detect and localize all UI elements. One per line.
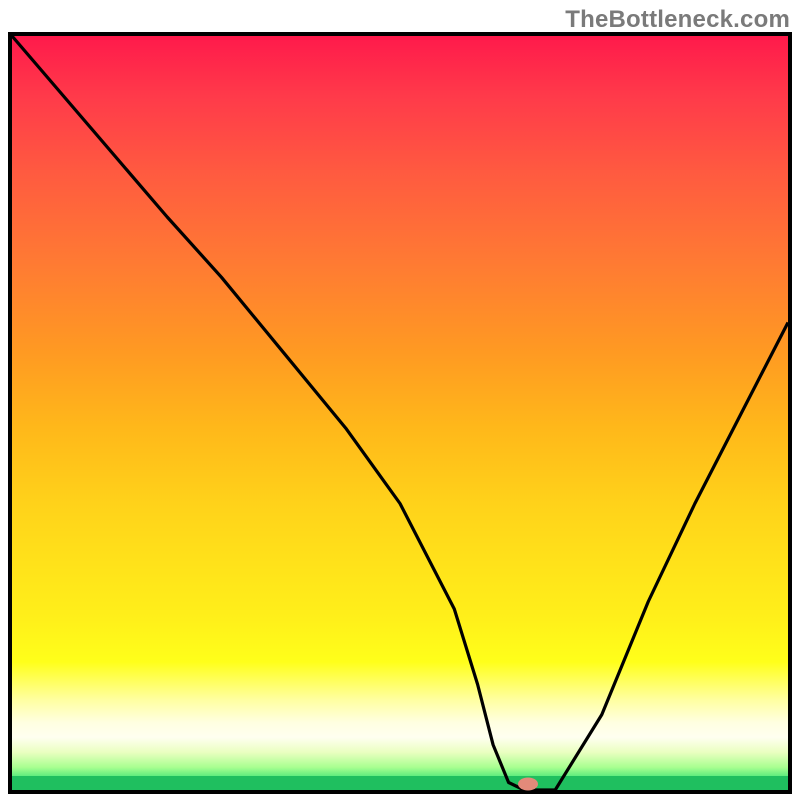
optimal-point-marker <box>518 778 538 791</box>
watermark-text: TheBottleneck.com <box>565 6 790 34</box>
chart-svg <box>12 36 788 790</box>
bottleneck-chart <box>8 32 792 794</box>
bottleneck-curve-line <box>12 36 788 790</box>
